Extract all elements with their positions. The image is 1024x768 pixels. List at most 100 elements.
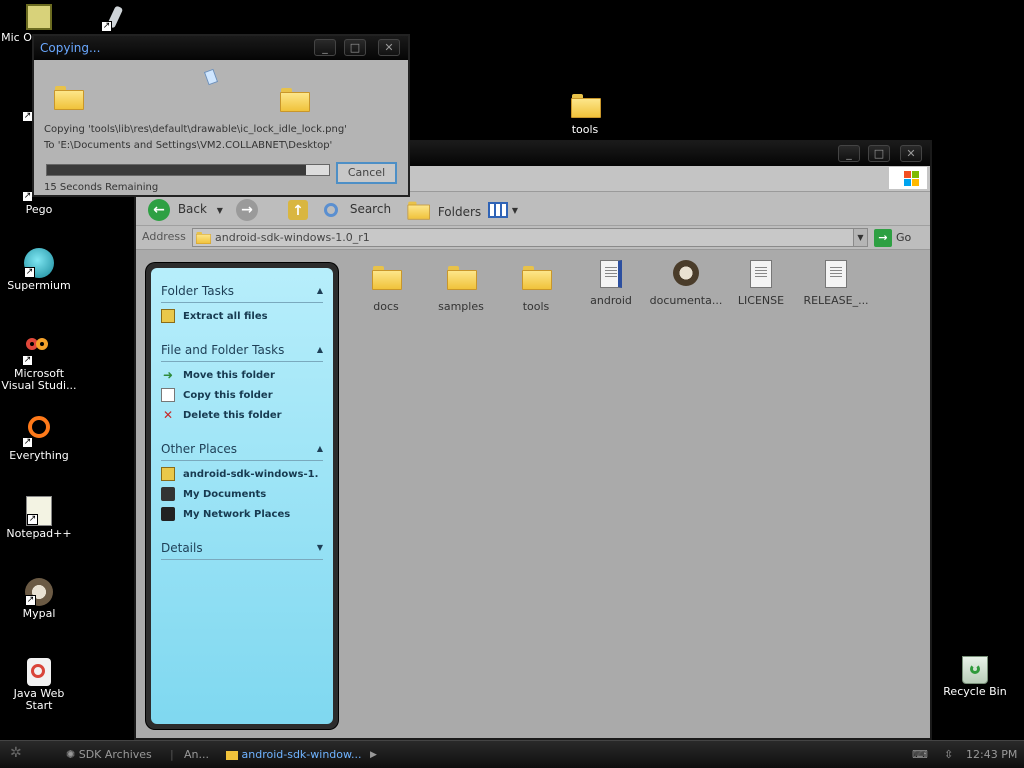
close-button[interactable]: ✕ xyxy=(378,39,400,56)
explorer-window: _ □ ✕ ← Back ▼ → ↑ Search Folders ▼ Addr… xyxy=(134,140,932,740)
views-icon xyxy=(488,201,508,218)
copy-folder-icon xyxy=(161,388,175,402)
minimize-button[interactable]: _ xyxy=(838,145,860,162)
desktop-icon-everything[interactable]: ↗ Everything xyxy=(0,414,78,462)
folder-tasks-section: Folder Tasks ▲ Extract all files xyxy=(161,278,323,323)
go-button[interactable]: → Go xyxy=(874,228,911,248)
keyboard-icon[interactable]: ⌨ xyxy=(912,748,928,761)
maximize-button[interactable]: □ xyxy=(868,145,890,162)
other-places-header[interactable]: Other Places ▲ xyxy=(161,436,323,461)
taskbar-scroll-arrow[interactable]: ▶ xyxy=(370,750,377,760)
text-file-icon xyxy=(746,260,776,290)
file-item[interactable]: tools xyxy=(498,262,574,313)
clock[interactable]: 12:43 PM xyxy=(966,748,1017,761)
copy-dialog-titlebar[interactable]: Copying... _ □ ✕ xyxy=(34,36,408,60)
start-button[interactable]: ✲ xyxy=(10,745,22,761)
up-folder-icon: ↑ xyxy=(288,199,308,220)
cancel-button[interactable]: Cancel xyxy=(336,162,397,184)
my-documents-icon xyxy=(161,487,175,501)
task-move-this-folder[interactable]: ➜ Move this folder xyxy=(161,368,323,382)
place-my-network-places[interactable]: My Network Places xyxy=(161,507,323,521)
copy-destination-text: To 'E:\Documents and Settings\VM2.COLLAB… xyxy=(44,140,333,151)
other-places-section: Other Places ▲ android-sdk-windows-1. My… xyxy=(161,436,323,521)
utility-icon: ↗ xyxy=(101,4,129,32)
pdf-document-icon xyxy=(596,260,626,290)
taskbar-item-android[interactable]: An... xyxy=(184,748,209,761)
go-arrow-icon: → xyxy=(874,229,892,247)
move-folder-icon: ➜ xyxy=(162,368,174,382)
details-section: Details ▼ xyxy=(161,535,323,560)
collapse-icon[interactable]: ▲ xyxy=(317,442,323,456)
outlook-icon xyxy=(26,4,52,30)
collapse-icon[interactable]: ▲ xyxy=(317,343,323,357)
expand-icon[interactable]: ▼ xyxy=(317,541,323,555)
forward-arrow-icon: → xyxy=(236,198,258,221)
network-places-icon xyxy=(161,507,175,521)
address-bar: Address android-sdk-windows-1.0_r1 ▼ → Go xyxy=(136,226,930,250)
task-pane-frame: Folder Tasks ▲ Extract all files File an… xyxy=(146,263,338,729)
folder-icon xyxy=(446,266,477,296)
browser-icon: ✺ xyxy=(66,748,76,761)
desktop-icon-visual-studio[interactable]: ↗ Microsoft Visual Studi... xyxy=(0,332,78,392)
folder-icon xyxy=(196,232,211,244)
desktop-icon-utility[interactable]: ↗ xyxy=(80,4,150,34)
taskbar-item-android-sdk-folder[interactable]: android-sdk-window... xyxy=(226,748,361,761)
everything-icon: ↗ xyxy=(22,414,56,448)
collapse-icon[interactable]: ▲ xyxy=(317,284,323,298)
file-item[interactable]: RELEASE_... xyxy=(798,260,874,307)
minimize-button[interactable]: _ xyxy=(314,39,336,56)
file-item[interactable]: android xyxy=(573,260,649,307)
desktop-icon-mypal[interactable]: ↗ Mypal xyxy=(0,578,78,620)
chevron-down-icon: ▼ xyxy=(511,206,518,215)
folder-tasks-header[interactable]: Folder Tasks ▲ xyxy=(161,278,323,303)
place-my-documents[interactable]: My Documents xyxy=(161,487,323,501)
task-delete-this-folder[interactable]: ✕ Delete this folder xyxy=(161,408,323,422)
maximize-button[interactable]: □ xyxy=(344,39,366,56)
copy-dialog: Copying... _ □ ✕ Copying 'tools\lib\res\… xyxy=(32,34,410,197)
desktop-icon-notepad-plus-plus[interactable]: ↗ Notepad++ xyxy=(0,496,78,540)
desktop: Mic Ou ↗ My ↗ Pego ↗ Supermium ↗ Microso… xyxy=(0,0,1024,740)
delete-icon: ✕ xyxy=(162,408,174,422)
address-dropdown-button[interactable]: ▼ xyxy=(853,228,868,247)
file-item[interactable]: samples xyxy=(423,262,499,313)
up-folder-button[interactable]: ↑ xyxy=(288,198,308,220)
recycle-bin-icon xyxy=(962,656,988,684)
place-android-sdk-folder[interactable]: android-sdk-windows-1. xyxy=(161,467,323,481)
task-copy-this-folder[interactable]: Copy this folder xyxy=(161,388,323,402)
search-button[interactable]: Search xyxy=(324,198,391,220)
close-button[interactable]: ✕ xyxy=(900,145,922,162)
network-tray-icon[interactable]: ⇳ xyxy=(944,748,953,761)
desktop-icon-recycle-bin[interactable]: Recycle Bin xyxy=(936,656,1014,698)
file-item[interactable]: LICENSE xyxy=(723,260,799,307)
task-extract-all-files[interactable]: Extract all files xyxy=(161,309,323,323)
address-input[interactable]: android-sdk-windows-1.0_r1 ▼ xyxy=(192,228,868,247)
source-folder-icon xyxy=(54,86,84,110)
file-folder-tasks-section: File and Folder Tasks ▲ ➜ Move this fold… xyxy=(161,337,323,422)
back-button[interactable]: ← Back ▼ xyxy=(148,198,223,221)
views-button[interactable]: ▼ xyxy=(488,198,518,220)
search-icon xyxy=(324,202,338,217)
copy-progress-bar xyxy=(46,164,330,176)
details-header[interactable]: Details ▼ xyxy=(161,535,323,560)
windows-logo-icon xyxy=(889,167,927,189)
folders-icon xyxy=(407,201,430,224)
file-item[interactable]: docs xyxy=(348,262,424,313)
notepad-plus-plus-icon: ↗ xyxy=(26,496,52,526)
address-label: Address xyxy=(142,230,186,243)
file-item[interactable]: documenta... xyxy=(648,260,724,307)
forward-button[interactable]: → xyxy=(236,198,258,221)
taskbar-item-sdk-archives[interactable]: ✺ SDK Archives xyxy=(66,748,152,761)
java-icon xyxy=(27,658,51,686)
time-remaining-text: 15 Seconds Remaining xyxy=(44,182,159,193)
folders-button[interactable]: Folders xyxy=(404,198,481,220)
desktop-icon-java-web-start[interactable]: Java Web Start xyxy=(0,658,78,712)
taskbar-separator: | xyxy=(170,748,174,761)
copy-progress-fill xyxy=(47,165,307,175)
visual-studio-icon: ↗ xyxy=(22,332,56,366)
folder-icon xyxy=(226,750,238,760)
chevron-down-icon[interactable]: ▼ xyxy=(217,206,223,215)
desktop-icon-supermium[interactable]: ↗ Supermium xyxy=(0,248,78,292)
html-document-icon xyxy=(671,260,701,290)
file-folder-tasks-header[interactable]: File and Folder Tasks ▲ xyxy=(161,337,323,362)
desktop-icon-tools-folder[interactable]: tools xyxy=(546,88,624,136)
